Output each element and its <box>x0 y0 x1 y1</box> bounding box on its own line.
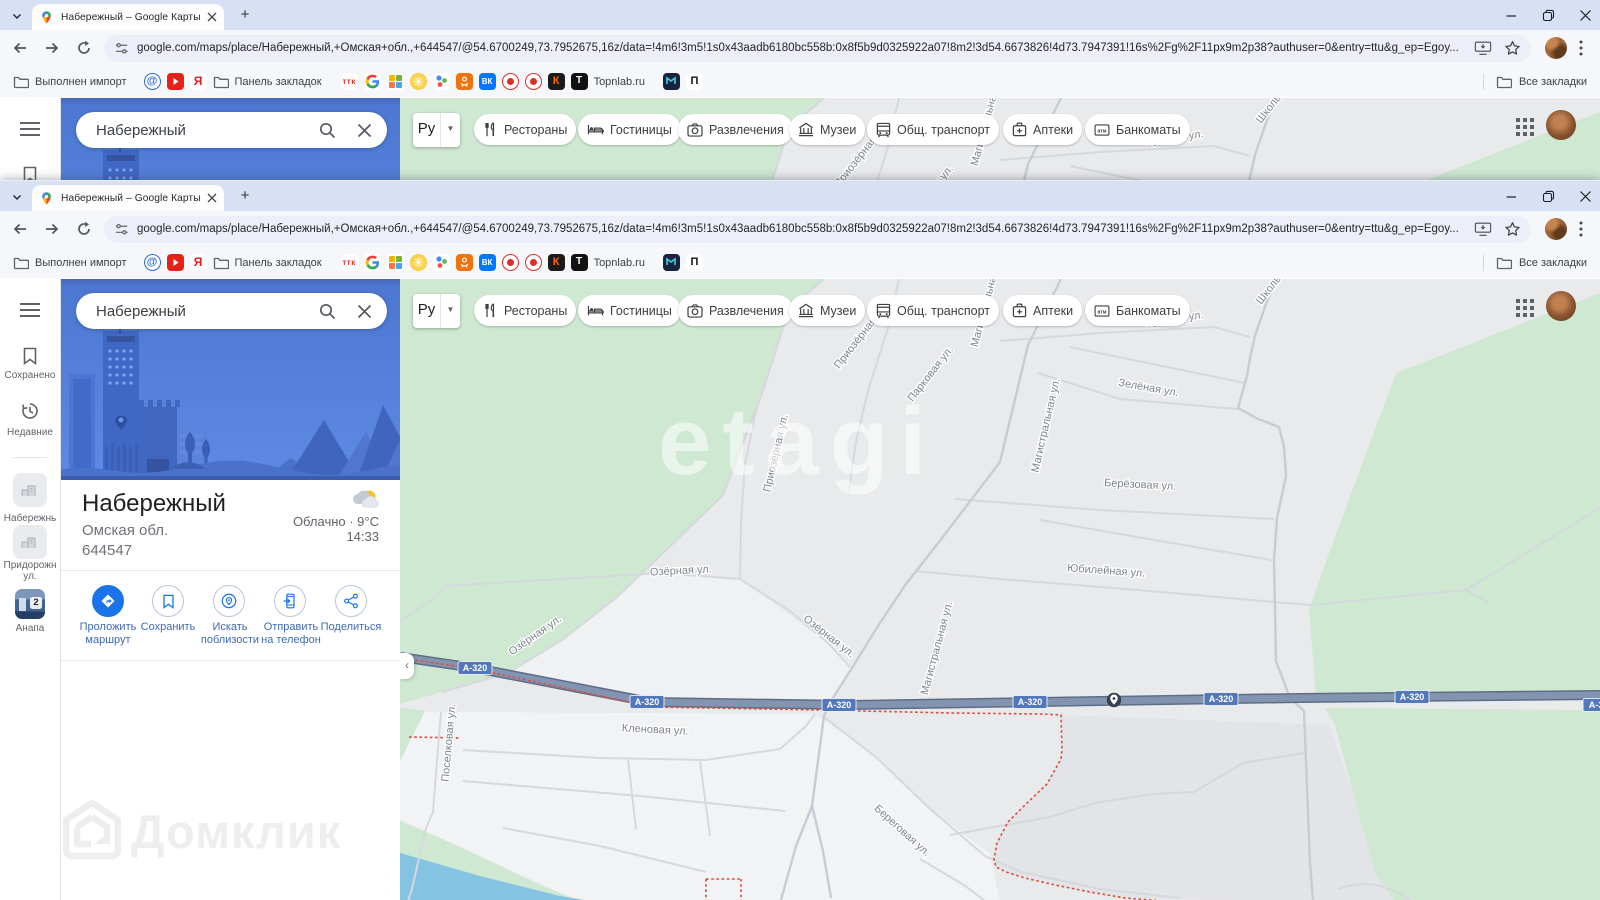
svg-text:А-320: А-320 <box>1018 697 1043 707</box>
svg-text:А-320: А-320 <box>463 663 488 673</box>
svg-text:А-320: А-320 <box>635 697 660 707</box>
svg-text:А-320: А-320 <box>1400 692 1425 702</box>
svg-text:атм: атм <box>1097 309 1106 315</box>
svg-text:А-320: А-320 <box>1209 694 1234 704</box>
svg-text:А-320: А-320 <box>827 700 852 710</box>
svg-text:атм: атм <box>1097 128 1106 134</box>
svg-text:А-3: А-3 <box>1589 700 1600 710</box>
